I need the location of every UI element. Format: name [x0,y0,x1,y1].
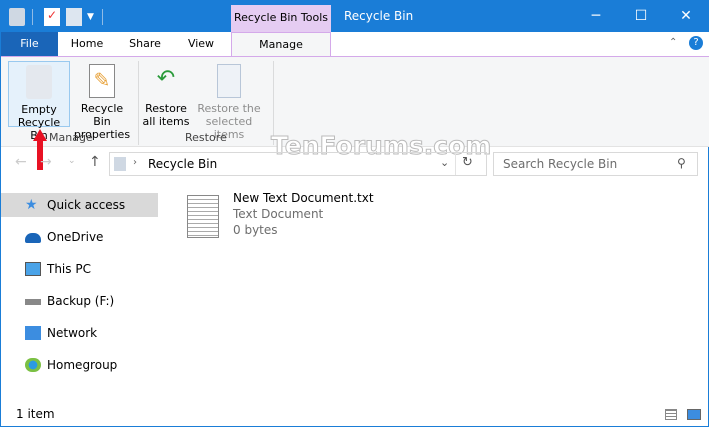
recycle-bin-icon [114,157,126,171]
new-folder-qat-icon[interactable] [66,8,82,26]
minimize-button[interactable]: ─ [573,1,619,32]
address-bar[interactable]: › Recycle Bin ⌄ ↻ [109,152,487,176]
group-manage-label: Manage [49,131,93,144]
nav-this-pc[interactable]: This PC [1,257,158,281]
tab-share[interactable]: Share [119,32,171,56]
status-item-count: 1 item [16,407,55,421]
restore-all-icon: ↶ [156,66,176,91]
nav-backup-drive[interactable]: Backup (F:) [1,289,158,313]
breadcrumb-recycle-bin[interactable]: Recycle Bin [148,157,217,171]
large-icons-view-button[interactable] [687,409,701,420]
nav-quick-access[interactable]: ★ Quick access [1,193,158,217]
close-button[interactable]: ✕ [663,1,709,32]
maximize-button[interactable]: ☐ [618,1,664,32]
nav-homegroup[interactable]: Homegroup [1,353,158,377]
restore-all-items-button[interactable]: ↶ Restore all items [142,61,190,128]
tab-view[interactable]: View [177,32,225,56]
tab-home[interactable]: Home [61,32,113,56]
restore-selected-items-button: Restore the selected items [191,61,267,141]
drive-icon [25,299,41,305]
label: all items [142,115,190,128]
tab-manage[interactable]: Manage [231,32,331,57]
help-icon[interactable]: ? [689,36,703,50]
back-button[interactable]: ← [15,154,27,170]
recycle-bin-icon [26,65,52,99]
file-name: New Text Document.txt [233,191,374,205]
file-type: Text Document [233,207,324,221]
group-restore-label: Restore [185,131,227,144]
label: Backup (F:) [47,294,115,308]
file-size: 0 bytes [233,223,278,237]
restore-selected-icon [217,64,241,98]
text-file-icon [187,195,219,238]
recent-locations-chevron-icon[interactable]: ⌄ [68,156,76,166]
homegroup-icon [25,358,41,372]
search-input[interactable]: Search Recycle Bin [493,152,698,176]
cloud-icon [25,233,41,243]
customize-qat-chevron-icon[interactable]: ▼ [87,8,103,26]
label: Empty [21,103,57,116]
refresh-button[interactable]: ↻ [462,155,473,170]
properties-qat-icon[interactable]: ✓ [44,8,60,26]
label: This PC [47,262,91,276]
label: Restore the [197,102,261,115]
title-bar: ✓ ▼ Recycle Bin Tools Recycle Bin ─ ☐ ✕ [1,1,709,32]
empty-recycle-bin-button[interactable]: Empty Recycle Bin [8,61,70,142]
window-title: Recycle Bin [344,9,414,23]
search-icon: ⚲ [677,156,686,170]
label: OneDrive [47,230,104,244]
ribbon-tabs: File Home Share View Manage ⌃ ? [1,32,709,57]
label: Network [47,326,98,340]
label: Restore [145,102,187,115]
forward-button[interactable]: → [40,154,52,170]
network-icon [25,326,41,340]
nav-network[interactable]: Network [1,321,158,345]
label: Quick access [47,198,126,212]
context-tab-label: Recycle Bin Tools [231,5,331,32]
properties-icon: ✎ [89,64,115,98]
computer-icon [25,262,41,276]
label: Homegroup [47,358,118,372]
navigation-pane: ★ Quick access OneDrive This PC Backup (F… [1,193,158,385]
star-icon: ★ [25,197,38,213]
recycle-bin-icon [9,8,25,26]
details-view-button[interactable] [665,409,677,420]
recycle-bin-properties-button[interactable]: ✎ Recycle Bin properties [71,61,133,141]
breadcrumb-chevron-icon: › [133,157,137,168]
tab-file[interactable]: File [1,32,58,56]
collapse-ribbon-icon[interactable]: ⌃ [669,37,677,48]
label: Recycle Bin [80,102,124,128]
explorer-window: ✓ ▼ Recycle Bin Tools Recycle Bin ─ ☐ ✕ … [0,0,709,427]
address-dropdown-icon[interactable]: ⌄ [440,156,449,169]
nav-onedrive[interactable]: OneDrive [1,225,158,249]
up-button[interactable]: ↑ [89,154,101,170]
